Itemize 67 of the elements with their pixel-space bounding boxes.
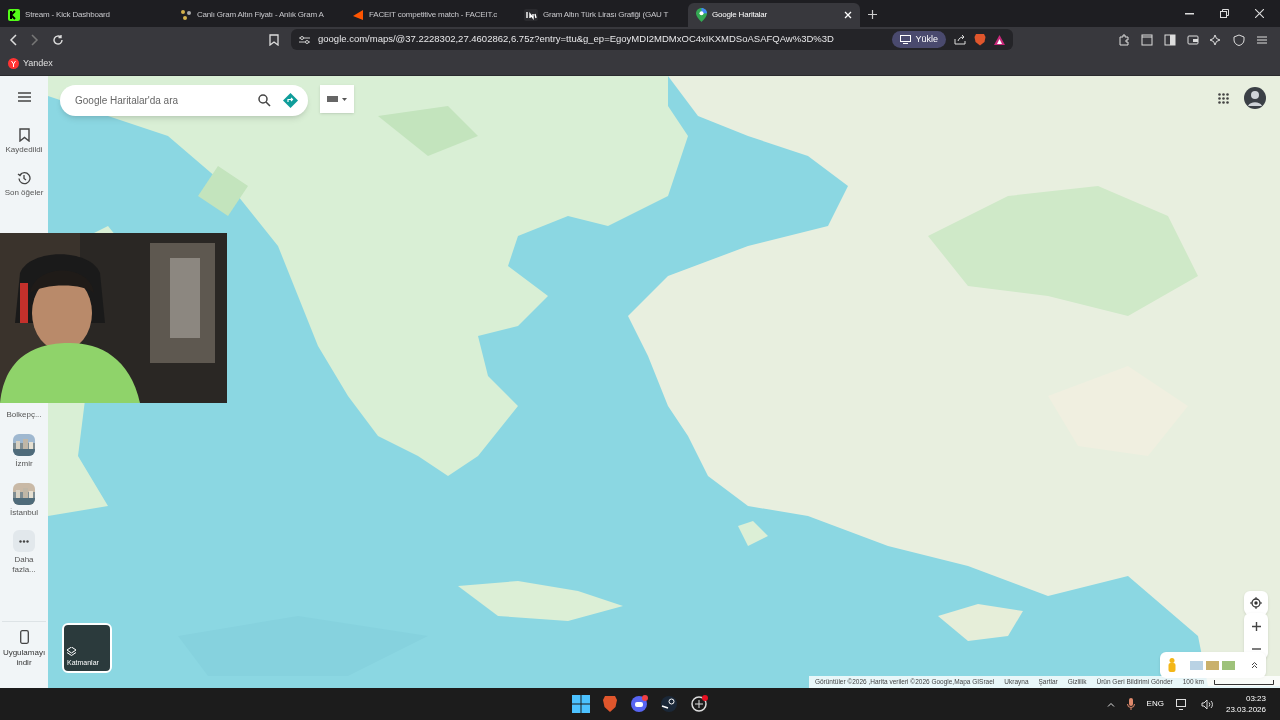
phone-icon	[19, 630, 29, 644]
sidebar-item[interactable]: Kaydedildi	[4, 128, 44, 155]
tab-favicon-icon	[8, 9, 20, 21]
map-pin-icon	[696, 8, 707, 22]
microphone-icon[interactable]	[1126, 698, 1135, 710]
chat-bubble-icon[interactable]	[630, 695, 648, 713]
download-app-link[interactable]: Uygulamayı indir	[2, 621, 46, 668]
sparkle-icon[interactable]	[1210, 33, 1222, 46]
sidebar-label: Son öğeler	[4, 188, 44, 198]
browser-tab[interactable]: FACEIT competitive match - FACEIT.c	[344, 3, 516, 27]
puzzle-icon[interactable]	[1118, 33, 1130, 46]
sidebar-item[interactable]: Daha fazla...	[4, 530, 44, 575]
language-indicator[interactable]: ENG	[1146, 698, 1164, 710]
tab-favicon-icon	[180, 9, 192, 21]
app-icon[interactable]	[690, 695, 708, 713]
clock-date: 23.03.2026	[1225, 704, 1266, 715]
tab-title: Gram Altın Türk Lirası Grafiği (GAU T	[543, 9, 669, 21]
sidebar-item[interactable]: İzmir	[4, 434, 44, 469]
network-icon[interactable]	[1175, 698, 1189, 710]
letter-circle-icon	[8, 58, 19, 69]
more-icon	[13, 530, 35, 552]
restore-icon[interactable]	[1220, 9, 1229, 18]
bookmark-icon[interactable]	[269, 33, 279, 46]
clock-time: 03:23	[1245, 693, 1266, 704]
wallet-icon[interactable]	[1187, 33, 1199, 46]
tab-title: Google Haritalar	[712, 9, 768, 21]
install-icon	[900, 35, 912, 44]
triangle-icon[interactable]	[994, 34, 1005, 45]
minimize-icon[interactable]	[1185, 12, 1194, 15]
browser-tab[interactable]: Google Haritalar	[688, 3, 860, 27]
tab-favicon-icon	[524, 9, 538, 21]
chevron-up-icon[interactable]	[1106, 701, 1115, 707]
tab-title: FACEIT competitive match - FACEIT.c	[369, 9, 497, 21]
sidebar-item[interactable]: İstanbul	[4, 483, 44, 518]
browser-tab[interactable]: Canlı Gram Altın Fiyatı - Anlık Gram A	[172, 3, 344, 27]
sidebar-item[interactable]: Bolkepç...	[4, 410, 44, 420]
bookmark-icon	[18, 128, 30, 142]
site-settings-icon[interactable]	[299, 34, 310, 45]
new-tab-icon[interactable]	[868, 10, 877, 19]
sidebar-label: İzmir	[15, 459, 33, 469]
volume-icon[interactable]	[1200, 698, 1214, 710]
reader-icon[interactable]	[1141, 33, 1153, 46]
sidebar-label: Daha fazla...	[11, 555, 37, 575]
sidebar-label: Uygulamayı indir	[2, 648, 46, 668]
vpn-shield-icon[interactable]	[1233, 33, 1245, 46]
history-icon	[17, 171, 31, 185]
tab-title: Canlı Gram Altın Fiyatı - Anlık Gram A	[197, 9, 324, 21]
menu-icon[interactable]	[17, 92, 31, 102]
sidebar-label: İstanbul	[10, 508, 38, 518]
close-icon[interactable]	[1255, 9, 1264, 18]
address-bar[interactable]: google.com/maps/@37.2228302,27.4602862,6.75z?entry=ttu&g_ep=EgoyMDI2MDMxOC4xIKXMDSoASAFQAw%3D%3D Yükle	[291, 29, 1013, 50]
bookmark-link[interactable]: Yandex	[8, 56, 53, 71]
back-icon[interactable]	[8, 33, 18, 46]
forward-icon[interactable]	[30, 33, 40, 46]
browser-tab[interactable]: Stream - Kick Dashboard	[0, 3, 172, 27]
windows-start-icon[interactable]	[572, 695, 590, 713]
sidebar-label: Kaydedildi	[5, 145, 43, 155]
browser-tab[interactable]: Gram Altın Türk Lirası Grafiği (GAU T	[516, 3, 688, 27]
sidebar-item[interactable]: Son öğeler	[4, 171, 44, 198]
tab-title: Stream - Kick Dashboard	[25, 9, 110, 21]
tab-favicon-icon	[352, 9, 364, 21]
reload-icon[interactable]	[52, 33, 64, 46]
install-button[interactable]: Yükle	[892, 31, 946, 48]
sidebar-icon[interactable]	[1164, 33, 1176, 46]
url-text: google.com/maps/@37.2228302,27.4602862,6.75z?entry=ttu&g_ep=EgoyMDI2MDMxOC4xIKXMDSoASAFQAw%3D%3D	[318, 32, 834, 47]
share-icon[interactable]	[954, 34, 966, 45]
menu-icon[interactable]	[1256, 33, 1268, 46]
